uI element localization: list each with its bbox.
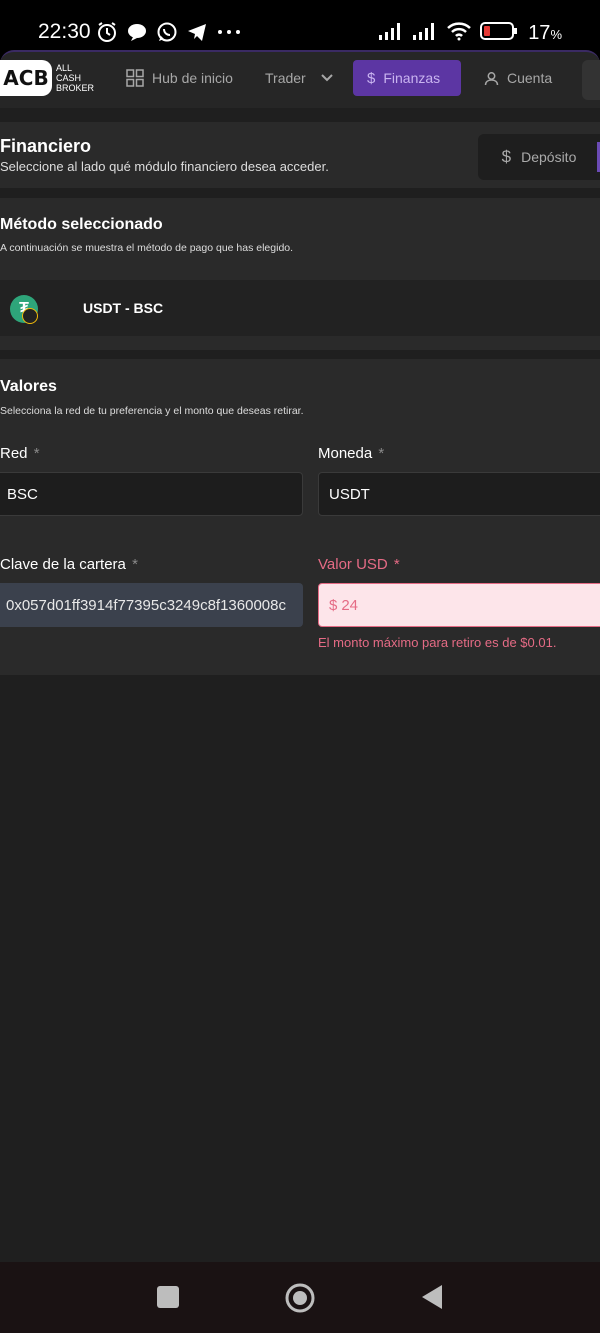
deposit-tab[interactable]: $ Depósito [478, 134, 600, 180]
bnb-badge-icon [22, 308, 38, 324]
nav-home-label: Hub de inicio [152, 70, 233, 86]
logo-mark: ACB [3, 66, 49, 90]
chat-bubble-icon [128, 24, 146, 41]
app-header: ACB ALL CASH BROKER Hub de inicio Trader… [0, 50, 600, 108]
section-title: Método seleccionado [0, 216, 163, 233]
values-section: Valores Selecciona la red de tu preferen… [0, 359, 600, 675]
recents-button[interactable] [156, 1285, 180, 1309]
battery-percent: 17% [528, 22, 562, 44]
logo-text: ALL CASH BROKER [56, 63, 94, 93]
currency-label: Moneda * [318, 445, 385, 462]
nav-finance-label: Finanzas [383, 70, 441, 86]
wifi-icon [447, 22, 471, 41]
network-value: BSC [7, 485, 38, 503]
logo-line: ALL [56, 63, 73, 73]
page-title: Financiero [0, 136, 92, 156]
section-title: Valores [0, 378, 57, 395]
deposit-tab-label: Depósito [521, 149, 577, 165]
wallet-label: Clave de la cartera * [0, 556, 138, 573]
nav-home[interactable]: Hub de inicio [126, 60, 233, 96]
signal-icon [379, 23, 400, 40]
nav-trader[interactable]: Trader [265, 60, 334, 96]
wallet-input[interactable]: 0x057d01ff3914f77395c3249c8f1360008c [0, 583, 303, 627]
grid-icon [126, 69, 144, 87]
alarm-icon [98, 22, 116, 42]
network-select[interactable]: BSC [0, 472, 303, 516]
status-right-icons [378, 21, 518, 41]
page-subtitle: Seleccione al lado qué módulo financiero… [0, 159, 329, 174]
network-label: Red * [0, 445, 40, 462]
logo-line: CASH [56, 73, 82, 83]
section-subtitle: A continuación se muestra el método de p… [0, 242, 294, 254]
dollar-icon: $ [501, 147, 512, 166]
amount-input[interactable]: $ 24 [318, 583, 600, 627]
logo-line: BROKER [56, 83, 95, 93]
finance-header-section: Financiero Seleccione al lado qué módulo… [0, 122, 600, 188]
currency-select[interactable]: USDT [318, 472, 600, 516]
currency-prefix: $ [329, 596, 338, 614]
system-nav-bar [0, 1262, 600, 1333]
nav-account-label: Cuenta [507, 70, 553, 86]
logo[interactable]: ACB [0, 60, 52, 96]
back-button[interactable] [420, 1284, 444, 1310]
home-button[interactable] [284, 1282, 316, 1314]
whatsapp-icon [157, 22, 177, 42]
dollar-icon: $ [367, 69, 376, 87]
chevron-down-icon [321, 74, 333, 82]
status-left-icons [96, 21, 242, 43]
nav-trader-label: Trader [265, 70, 306, 86]
nav-account[interactable]: Cuenta [484, 60, 552, 96]
signal-icon [413, 23, 434, 40]
amount-label: Valor USD * [318, 556, 400, 573]
nav-finance[interactable]: $ Finanzas [353, 60, 461, 96]
user-icon [484, 71, 499, 85]
telegram-icon [188, 24, 206, 41]
battery-icon [480, 22, 517, 40]
amount-value: 24 [341, 596, 359, 614]
currency-value: USDT [329, 485, 370, 503]
status-time: 22:30 [38, 20, 91, 43]
selected-method-card[interactable]: ₮ USDT - BSC [0, 280, 600, 336]
nav-overflow-button[interactable] [582, 60, 600, 100]
method-name: USDT - BSC [83, 300, 164, 316]
amount-error-message: El monto máximo para retiro es de $0.01. [318, 635, 557, 650]
wallet-value: 0x057d01ff3914f77395c3249c8f1360008c [6, 596, 286, 614]
more-dots-icon [218, 30, 240, 34]
section-subtitle: Selecciona la red de tu preferencia y el… [0, 405, 304, 417]
